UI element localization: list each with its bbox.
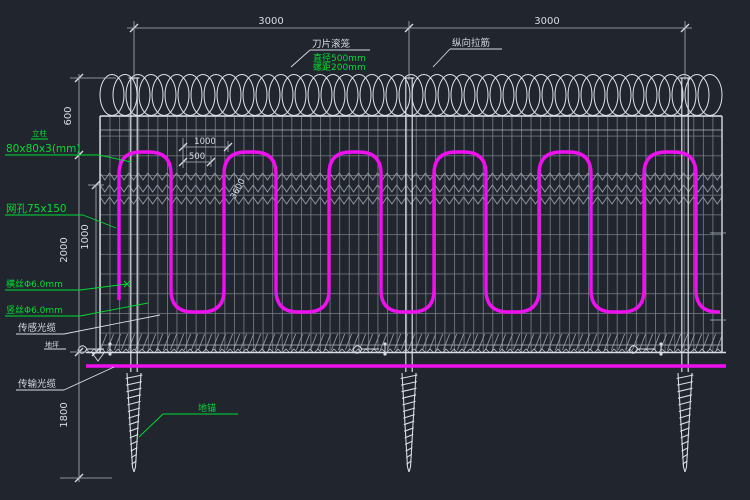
dim-fence-height: 2000: [59, 237, 70, 262]
mesh-fold-band: [100, 171, 722, 208]
label-razor-coil-pitch: 螺距200mm: [313, 62, 366, 73]
dim-coil-height: 600: [63, 106, 74, 125]
bottom-hatch-band: [100, 334, 722, 350]
dim-lower-height: 1000: [80, 224, 91, 249]
fence-cad-drawing: 3000 3000 600 2000 1000 1800 1000 500 36…: [0, 0, 750, 500]
label-ground-anchor: 地锚: [198, 402, 216, 414]
label-longitudinal-tie: 纵向拉筋: [452, 37, 490, 49]
label-transmission-cable: 传输光缆: [18, 378, 57, 390]
label-vertical-wire: 竖丝Φ6.0mm: [6, 304, 63, 316]
dim-anchor-depth: 1800: [59, 402, 70, 427]
label-post-spec: 80x80x3(mm): [6, 143, 80, 155]
dim-top-right: 3000: [534, 16, 559, 27]
label-horizontal-wire: 横丝Φ6.0mm: [6, 278, 63, 290]
dim-wave-half-width: 500: [189, 152, 205, 162]
label-mesh-spec: 网孔75x150: [6, 202, 67, 215]
dim-top-left: 3000: [258, 16, 283, 27]
dim-wave-width: 1000: [194, 137, 216, 147]
label-ground-level: 地坪: [45, 340, 59, 349]
label-post: 立柱: [32, 128, 47, 138]
label-sensor-cable: 传感光缆: [18, 322, 57, 334]
label-razor-coil: 刀片滚笼: [312, 38, 351, 50]
